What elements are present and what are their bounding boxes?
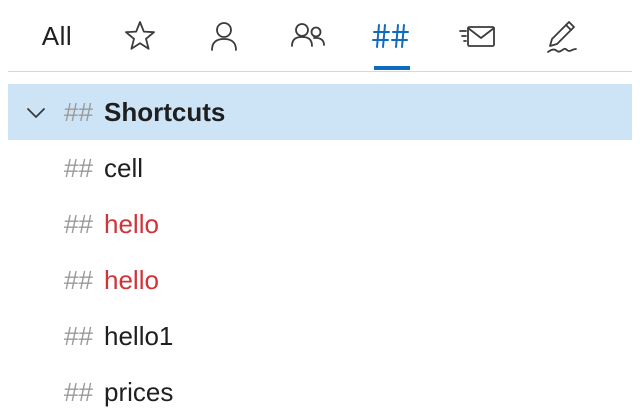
mail-fast-icon [459,26,495,47]
tab-signature[interactable] [540,0,584,72]
tag-label: prices [104,376,174,407]
hashtag-tree: ## Shortcuts ## cell ## hello ## hello #… [8,84,632,420]
tag-label: hello [104,208,159,239]
tab-all-label: All [41,20,73,51]
tab-person[interactable] [204,0,244,72]
hashtag-prefix: ## [64,208,93,239]
people-icon [291,23,325,47]
tag-row-hello1[interactable]: ## hello1 [8,308,632,364]
pen-sign-icon [547,21,577,53]
tag-label: hello1 [104,320,174,351]
hashtag-prefix: ## [64,152,93,183]
filter-tab-bar: All [0,0,640,72]
tag-label: cell [104,152,144,183]
tab-hashtags[interactable] [370,0,414,72]
group-label: Shortcuts [104,96,226,127]
tag-panel: All ## Shortcuts ## cell ## hello ## hel… [0,0,640,420]
hashtag-prefix: ## [64,376,93,407]
tag-row-cell[interactable]: ## cell [8,140,632,196]
hashtag-prefix: ## [64,264,93,295]
tab-mail[interactable] [456,0,500,72]
hashtag-icon [372,24,409,48]
tag-row-hello[interactable]: ## hello [8,252,632,308]
tab-all[interactable]: All [34,0,80,72]
hashtag-prefix: ## [64,96,93,127]
active-tab-indicator [374,66,410,70]
chevron-down-icon[interactable] [24,101,48,125]
tab-people[interactable] [286,0,330,72]
star-icon [125,21,155,50]
tab-favorites[interactable] [120,0,160,72]
tag-row-prices[interactable]: ## prices [8,364,632,420]
tag-label: hello [104,264,159,295]
person-icon [211,22,237,51]
group-row-shortcuts[interactable]: ## Shortcuts [8,84,632,140]
tab-divider [8,71,632,72]
hashtag-prefix: ## [64,320,93,351]
tag-row-hello[interactable]: ## hello [8,196,632,252]
